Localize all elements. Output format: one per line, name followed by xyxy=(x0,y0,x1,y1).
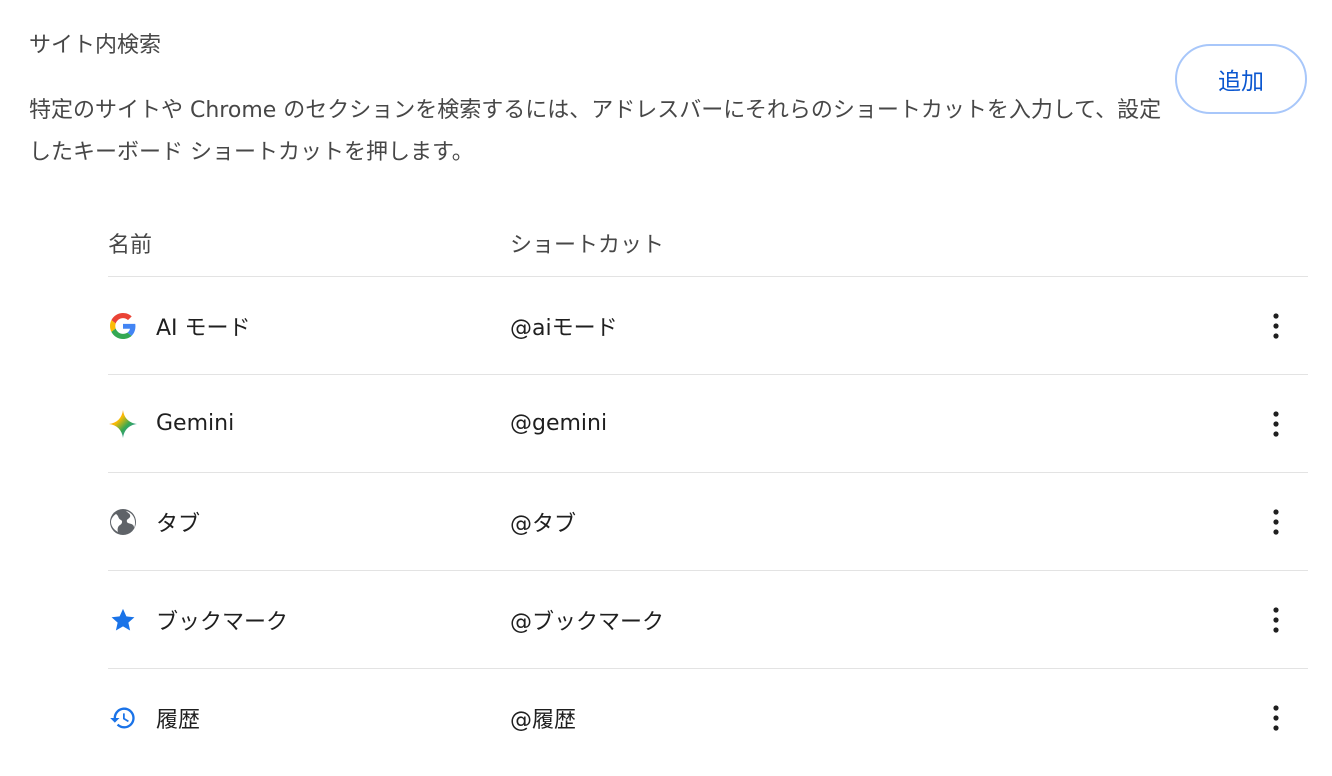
more-vert-icon[interactable] xyxy=(1256,600,1296,640)
row-shortcut: @タブ xyxy=(510,511,577,537)
table-row: Gemini @gemini xyxy=(108,375,1308,473)
history-icon xyxy=(108,703,138,733)
row-shortcut: @履歴 xyxy=(510,707,577,733)
row-name: AI モード xyxy=(156,315,251,341)
table-row: ブックマーク @ブックマーク xyxy=(108,571,1308,669)
row-name: ブックマーク xyxy=(156,609,289,635)
row-name: Gemini xyxy=(156,411,235,436)
globe-icon xyxy=(108,507,138,537)
site-search-table: 名前 ショートカット AI モード @aiモード Gemini @gemini … xyxy=(108,210,1308,766)
table-header: 名前 ショートカット xyxy=(108,210,1308,277)
row-shortcut: @ブックマーク xyxy=(510,609,665,635)
column-header-shortcut: ショートカット xyxy=(510,233,665,258)
section-description: 特定のサイトや Chrome のセクションを検索するには、アドレスバーにそれらの… xyxy=(29,98,1162,165)
google-g-icon xyxy=(108,311,138,341)
table-row: 履歴 @履歴 xyxy=(108,669,1308,766)
gemini-sparkle-icon xyxy=(108,409,138,439)
more-vert-icon[interactable] xyxy=(1256,698,1296,738)
row-shortcut: @gemini xyxy=(510,411,608,436)
row-name: 履歴 xyxy=(156,707,201,733)
table-row: タブ @タブ xyxy=(108,473,1308,571)
add-button[interactable]: 追加 xyxy=(1175,44,1307,114)
table-row: AI モード @aiモード xyxy=(108,277,1308,375)
column-header-name: 名前 xyxy=(108,233,153,258)
star-icon xyxy=(108,605,138,635)
row-shortcut: @aiモード xyxy=(510,315,618,341)
more-vert-icon[interactable] xyxy=(1256,306,1296,346)
row-name: タブ xyxy=(156,511,201,537)
section-title: サイト内検索 xyxy=(29,33,162,58)
more-vert-icon[interactable] xyxy=(1256,502,1296,542)
more-vert-icon[interactable] xyxy=(1256,404,1296,444)
